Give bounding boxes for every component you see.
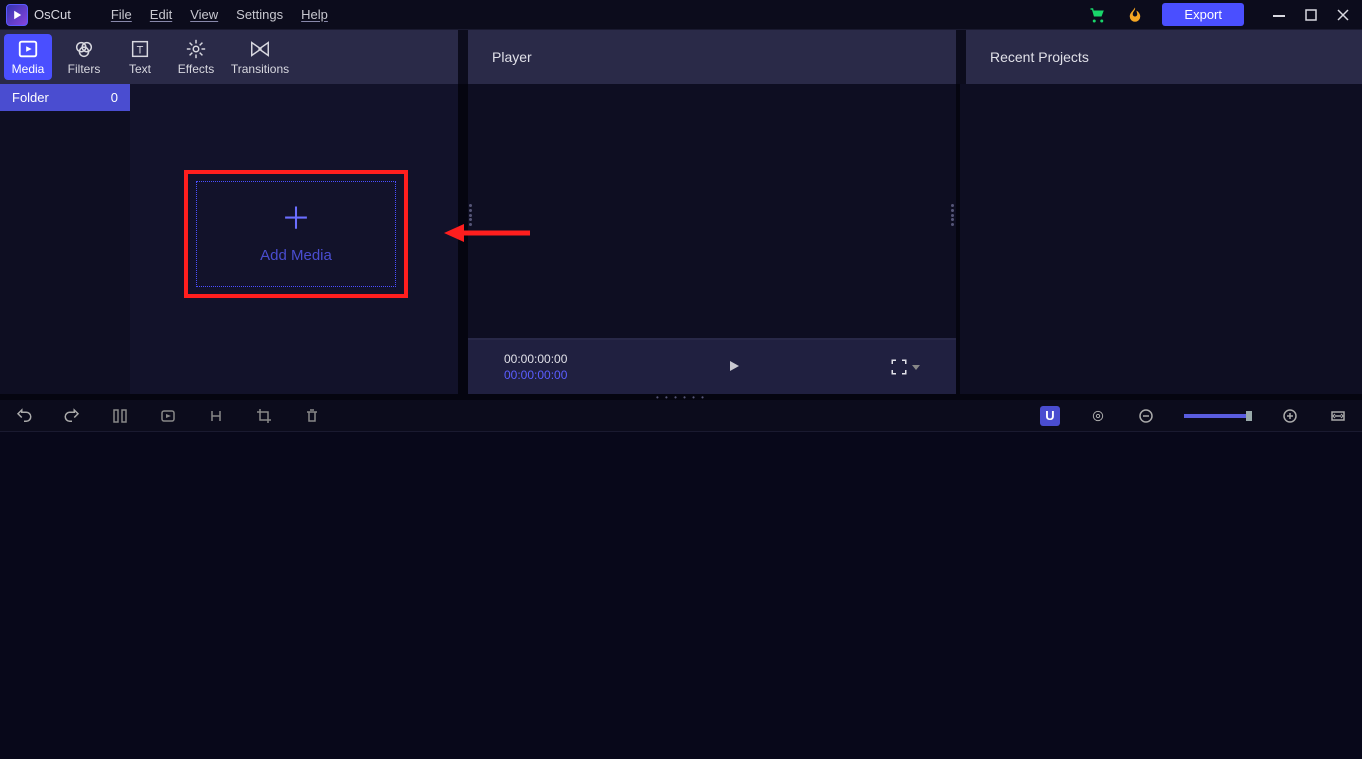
resize-handle-right[interactable] <box>951 204 955 226</box>
tabs-row: Media Filters T Text Effects Transitions… <box>0 30 1362 84</box>
tab-effects[interactable]: Effects <box>168 30 224 84</box>
menu-help[interactable]: Help <box>301 7 328 22</box>
close-button[interactable] <box>1334 6 1352 24</box>
media-pane: Folder 0 ＋ Add Media <box>0 84 458 394</box>
crop-button[interactable] <box>254 406 274 426</box>
menu-view[interactable]: View <box>190 7 218 22</box>
recent-header-label: Recent Projects <box>990 49 1089 65</box>
zoom-slider-thumb[interactable] <box>1246 411 1252 421</box>
app-title: OsCut <box>34 7 71 22</box>
tab-media-label: Media <box>12 62 45 76</box>
undo-button[interactable] <box>14 406 34 426</box>
svg-text:T: T <box>137 45 144 57</box>
tab-text-label: Text <box>129 62 151 76</box>
tab-effects-label: Effects <box>178 62 214 76</box>
cart-icon[interactable] <box>1088 6 1108 24</box>
snap-button[interactable]: U <box>1040 406 1060 426</box>
fullscreen-button[interactable] <box>890 358 920 376</box>
player-pane: 00:00:00:00 00:00:00:00 <box>468 84 956 394</box>
tool-tabs: Media Filters T Text Effects Transitions <box>0 30 458 84</box>
timeline-area[interactable] <box>0 432 1362 759</box>
delete-button[interactable] <box>302 406 322 426</box>
recent-projects-pane <box>956 84 1362 394</box>
maximize-button[interactable] <box>1302 6 1320 24</box>
timeline-toolbar: U <box>0 400 1362 432</box>
player-panel-header: Player <box>468 30 956 84</box>
upper-area: Folder 0 ＋ Add Media <box>0 84 1362 394</box>
plus-icon: ＋ <box>281 205 311 235</box>
tab-transitions-label: Transitions <box>231 62 289 76</box>
cut-button[interactable] <box>206 406 226 426</box>
tab-text[interactable]: T Text <box>112 30 168 84</box>
split-button[interactable] <box>110 406 130 426</box>
media-canvas: ＋ Add Media <box>130 84 458 394</box>
zoom-slider[interactable] <box>1184 414 1252 418</box>
settings-icon-button[interactable] <box>1088 406 1108 426</box>
main-menu: File Edit View Settings Help <box>111 7 328 22</box>
tab-filters-label: Filters <box>68 62 101 76</box>
chevron-down-icon <box>912 363 920 371</box>
folder-label: Folder <box>12 90 49 105</box>
folder-count: 0 <box>111 90 118 105</box>
menu-file[interactable]: File <box>111 7 132 22</box>
zoom-in-button[interactable] <box>1280 406 1300 426</box>
player-controls: 00:00:00:00 00:00:00:00 <box>468 338 956 394</box>
player-viewport <box>468 84 956 338</box>
export-button[interactable]: Export <box>1162 3 1244 26</box>
titlebar: OsCut File Edit View Settings Help Expor… <box>0 0 1362 30</box>
minimize-button[interactable] <box>1270 6 1288 24</box>
recent-panel-header: Recent Projects <box>966 30 1362 84</box>
resize-handle-left[interactable] <box>469 204 473 226</box>
player-header-label: Player <box>492 49 532 65</box>
tab-media[interactable]: Media <box>4 34 52 80</box>
zoom-out-button[interactable] <box>1136 406 1156 426</box>
add-media-button[interactable]: ＋ Add Media <box>184 170 408 298</box>
timecode-current: 00:00:00:00 <box>504 352 567 366</box>
menu-settings[interactable]: Settings <box>236 7 283 22</box>
flame-icon[interactable] <box>1126 6 1144 24</box>
tab-transitions[interactable]: Transitions <box>224 30 296 84</box>
folder-item[interactable]: Folder 0 <box>0 84 130 111</box>
menu-edit[interactable]: Edit <box>150 7 172 22</box>
app-logo-icon <box>6 4 28 26</box>
fit-button[interactable] <box>1328 406 1348 426</box>
marker-button[interactable] <box>158 406 178 426</box>
add-media-label: Add Media <box>260 247 332 264</box>
redo-button[interactable] <box>62 406 82 426</box>
folder-column: Folder 0 <box>0 84 130 394</box>
tab-filters[interactable]: Filters <box>56 30 112 84</box>
play-button[interactable] <box>727 359 741 376</box>
timecode-total: 00:00:00:00 <box>504 368 567 382</box>
